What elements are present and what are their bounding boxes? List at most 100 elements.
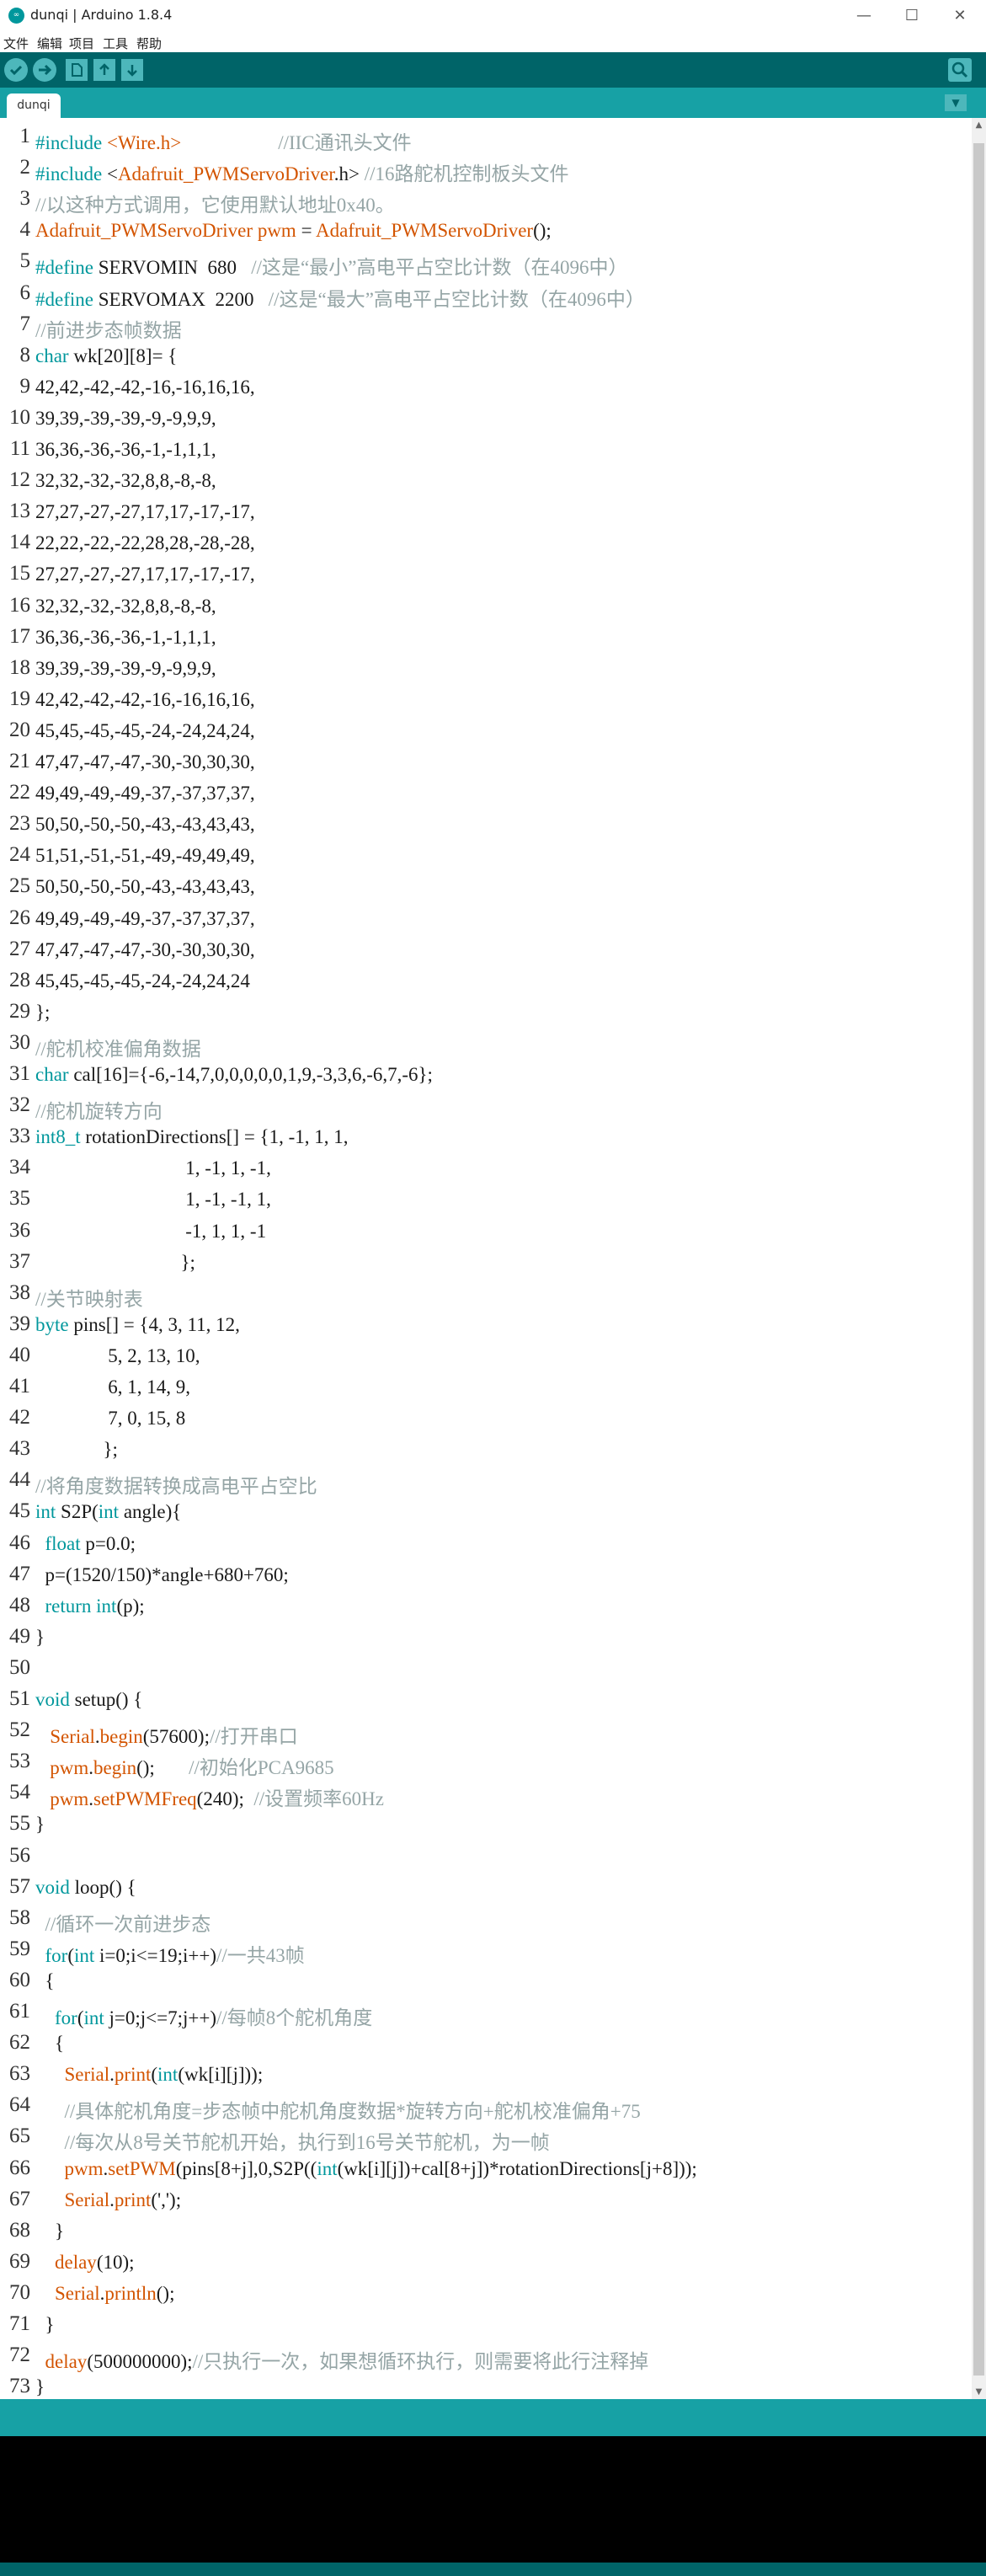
code-line[interactable]: 50,50,-50,-50,-43,-43,43,43, <box>35 876 255 898</box>
window-title: dunqi | Arduino 1.8.4 <box>30 7 173 23</box>
code-line[interactable]: #define SERVOMIN 680 //这是“最小”高电平占空比计数（在4… <box>35 251 627 280</box>
serial-monitor-icon[interactable] <box>948 58 972 82</box>
code-line[interactable]: 32,32,-32,-32,8,8,-8,-8, <box>35 596 216 617</box>
code-line[interactable]: char wk[20][8]= { <box>35 345 177 367</box>
code-line[interactable]: } <box>35 1814 45 1836</box>
code-line[interactable]: 5, 2, 13, 10, <box>35 1345 200 1367</box>
line-number: 54 <box>9 1781 30 1804</box>
code-line[interactable]: 36,36,-36,-36,-1,-1,1,1, <box>35 439 216 461</box>
code-line[interactable]: 36,36,-36,-36,-1,-1,1,1, <box>35 627 216 649</box>
code-line[interactable]: 45,45,-45,-45,-24,-24,24,24, <box>35 720 255 742</box>
code-line[interactable]: 42,42,-42,-42,-16,-16,16,16, <box>35 689 255 711</box>
code-line[interactable]: delay(500000000);//只执行一次，如果想循环执行，则需要将此行注… <box>35 2345 649 2374</box>
code-line[interactable]: #define SERVOMAX 2200 //这是“最大”高电平占空比计数（在… <box>35 283 645 312</box>
line-number: 46 <box>9 1531 30 1554</box>
code-editor[interactable]: 1 2 3 4 5 6 7 8 9 10 11 12 13 14 15 16 17 18 19 20 21 22 23 24 2… <box>0 118 972 2399</box>
open-icon[interactable] <box>93 59 115 81</box>
code-line[interactable]: }; <box>35 1252 195 1274</box>
code-line[interactable]: pwm.setPWM(pins[8+j],0,S2P((int(wk[i][j]… <box>35 2158 697 2180</box>
code-line[interactable]: Serial.print(','); <box>35 2189 182 2211</box>
code-line[interactable]: //前进步态帧数据 <box>35 314 182 343</box>
code-line[interactable]: for(int j=0;j<=7;j++)//每帧8个舵机角度 <box>35 2001 372 2030</box>
line-number: 27 <box>9 937 30 960</box>
code-line[interactable]: }; <box>35 1002 50 1023</box>
code-line[interactable]: void setup() { <box>35 1689 142 1711</box>
code-line[interactable]: //舵机旋转方向 <box>35 1095 163 1124</box>
code-line[interactable]: 39,39,-39,-39,-9,-9,9,9, <box>35 658 216 680</box>
code-line[interactable]: { <box>35 1970 55 1992</box>
code-line[interactable]: } <box>35 1627 45 1649</box>
code-line[interactable]: -1, 1, 1, -1 <box>35 1221 266 1243</box>
line-number: 59 <box>9 1937 30 1960</box>
code-line[interactable]: 51,51,-51,-51,-49,-49,49,49, <box>35 845 255 867</box>
line-number: 40 <box>9 1343 30 1366</box>
code-line[interactable]: 39,39,-39,-39,-9,-9,9,9, <box>35 408 216 430</box>
code-line[interactable]: 32,32,-32,-32,8,8,-8,-8, <box>35 470 216 492</box>
code-line[interactable]: //关节映射表 <box>35 1283 143 1312</box>
code-line[interactable]: pwm.begin(); //初始化PCA9685 <box>35 1751 333 1780</box>
minimize-button[interactable]: — <box>839 2 889 30</box>
code-line[interactable]: 7, 0, 15, 8 <box>35 1408 185 1430</box>
code-line[interactable]: 6, 1, 14, 9, <box>35 1376 190 1398</box>
line-number: 56 <box>9 1843 30 1867</box>
code-line[interactable]: } <box>35 2376 45 2398</box>
code-line[interactable]: Serial.print(int(wk[i][j])); <box>35 2064 264 2086</box>
code-line[interactable]: #include <Wire.h> //IIC通讯头文件 <box>35 126 412 155</box>
scrollbar-thumb[interactable] <box>973 143 984 2376</box>
line-number: 15 <box>9 562 30 585</box>
code-line[interactable]: pwm.setPWMFreq(240); //设置频率60Hz <box>35 1782 384 1811</box>
code-line[interactable]: Adafruit_PWMServoDriver pwm = Adafruit_P… <box>35 220 552 242</box>
code-line[interactable]: for(int i=0;i<=19;i++)//一共43帧 <box>35 1939 305 1968</box>
menu-edit[interactable]: 编辑 <box>37 35 62 52</box>
code-line[interactable]: { <box>35 2033 64 2055</box>
code-line[interactable]: Serial.println(); <box>35 2283 174 2305</box>
code-line[interactable]: 45,45,-45,-45,-24,-24,24,24 <box>35 970 250 992</box>
code-line[interactable]: //循环一次前进步态 <box>35 1908 211 1937</box>
close-button[interactable]: ✕ <box>935 2 985 30</box>
code-line[interactable]: 27,27,-27,-27,17,17,-17,-17, <box>35 501 255 523</box>
code-line[interactable]: 49,49,-49,-49,-37,-37,37,37, <box>35 783 255 804</box>
code-line[interactable]: 47,47,-47,-47,-30,-30,30,30, <box>35 939 255 961</box>
new-icon[interactable] <box>66 59 88 81</box>
code-line[interactable]: 47,47,-47,-47,-30,-30,30,30, <box>35 751 255 773</box>
menu-help[interactable]: 帮助 <box>136 35 162 52</box>
code-line[interactable]: void loop() { <box>35 1877 136 1899</box>
save-icon[interactable] <box>121 59 143 81</box>
code-line[interactable]: p=(1520/150)*angle+680+760; <box>35 1564 289 1586</box>
code-line[interactable]: int8_t rotationDirections[] = {1, -1, 1,… <box>35 1126 349 1148</box>
code-line[interactable]: //具体舵机角度=步态帧中舵机角度数据*旋转方向+舵机校准偏角+75 <box>35 2095 641 2124</box>
code-line[interactable]: 49,49,-49,-49,-37,-37,37,37, <box>35 908 255 930</box>
code-line[interactable]: 50,50,-50,-50,-43,-43,43,43, <box>35 814 255 836</box>
code-line[interactable]: return int(p); <box>35 1595 145 1617</box>
code-line[interactable]: 27,27,-27,-27,17,17,-17,-17, <box>35 564 255 585</box>
upload-icon[interactable] <box>33 58 56 82</box>
code-line[interactable]: 22,22,-22,-22,28,28,-28,-28, <box>35 532 255 554</box>
menu-sketch[interactable]: 项目 <box>69 35 94 52</box>
code-line[interactable]: delay(10); <box>35 2252 135 2274</box>
scroll-down-icon[interactable]: ▼ <box>972 2385 986 2399</box>
code-line[interactable]: } <box>35 2221 64 2242</box>
code-line[interactable]: //将角度数据转换成高电平占空比 <box>35 1470 317 1499</box>
code-line[interactable]: //每次从8号关节舵机开始，执行到16号关节舵机，为一帧 <box>35 2126 550 2155</box>
code-line[interactable]: byte pins[] = {4, 3, 11, 12, <box>35 1314 240 1336</box>
code-line[interactable]: char cal[16]={-6,-14,7,0,0,0,0,0,1,9,-3,… <box>35 1064 433 1086</box>
tab-menu-icon[interactable]: ▼ <box>945 94 967 111</box>
code-line[interactable]: #include <Adafruit_PWMServoDriver.h> //1… <box>35 158 569 186</box>
code-line[interactable]: Serial.begin(57600);//打开串口 <box>35 1720 298 1749</box>
code-line[interactable]: } <box>35 2314 55 2336</box>
code-line[interactable]: 42,42,-42,-42,-16,-16,16,16, <box>35 377 255 398</box>
code-line[interactable]: 1, -1, 1, -1, <box>35 1157 271 1179</box>
code-line[interactable]: //舵机校准偏角数据 <box>35 1033 201 1061</box>
verify-icon[interactable] <box>4 58 28 82</box>
menu-tools[interactable]: 工具 <box>103 35 128 52</box>
code-line[interactable]: 1, -1, -1, 1, <box>35 1189 271 1211</box>
tab-dunqi[interactable]: dunqi <box>7 94 61 118</box>
menu-file[interactable]: 文件 <box>3 35 29 52</box>
maximize-button[interactable]: ☐ <box>887 2 937 30</box>
scroll-up-icon[interactable]: ▲ <box>972 118 986 132</box>
code-line[interactable]: float p=0.0; <box>35 1533 136 1555</box>
code-line[interactable]: }; <box>35 1439 118 1461</box>
code-line[interactable]: //以这种方式调用，它使用默认地址0x40。 <box>35 189 395 217</box>
code-line[interactable]: int S2P(int angle){ <box>35 1501 181 1523</box>
vertical-scrollbar[interactable]: ▲ ▼ <box>972 118 986 2399</box>
